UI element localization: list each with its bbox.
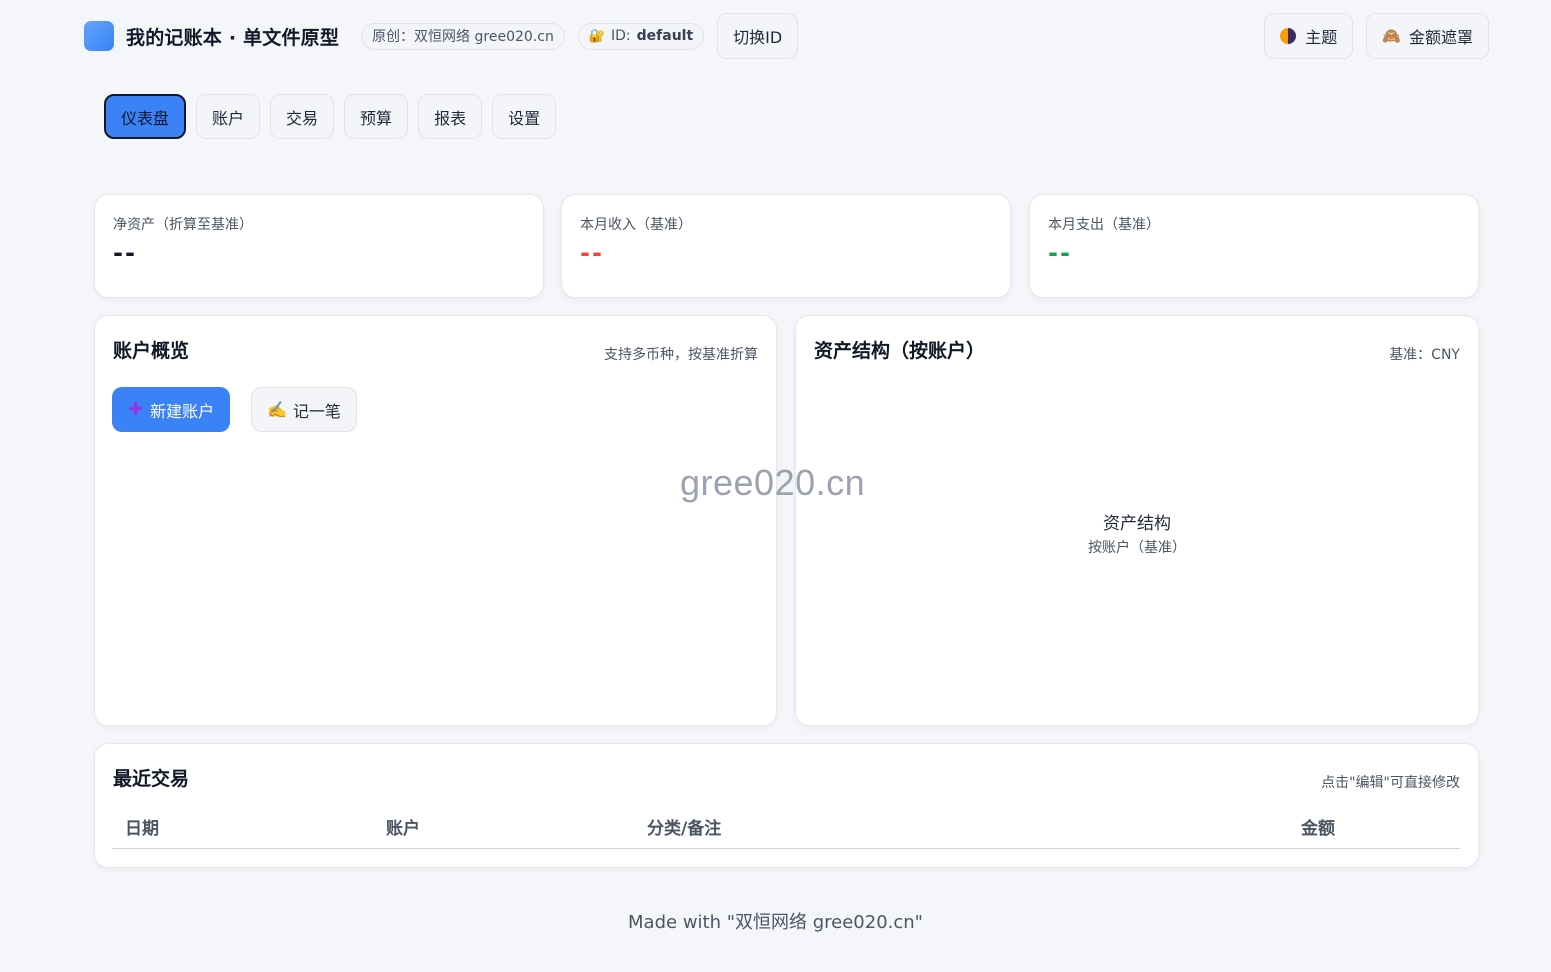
- main-tabs: 仪表盘 账户 交易 预算 报表 设置: [104, 94, 557, 139]
- app-header: 我的记账本 · 单文件原型 原创：双恒网络 gree020.cn 🔐 ID: d…: [84, 13, 1489, 59]
- footer-credit: Made with "双恒网络 gree020.cn": [628, 912, 923, 933]
- net-assets-card: 净资产（折算至基准） --: [94, 194, 544, 298]
- accounts-overview-title: 账户概览: [113, 340, 190, 362]
- tab-transactions[interactable]: 交易: [270, 94, 335, 139]
- recent-transactions-title: 最近交易: [113, 768, 190, 790]
- month-expense-label: 本月支出（基准）: [1048, 217, 1160, 233]
- id-badge: 🔐 ID: default: [577, 22, 705, 50]
- structure-chart-subtitle: 按账户（基准）: [1088, 540, 1186, 556]
- month-income-label: 本月收入（基准）: [580, 217, 692, 233]
- month-expense-card: 本月支出（基准） --: [1029, 194, 1479, 298]
- plus-icon: ✚: [128, 399, 144, 420]
- id-label: ID:: [611, 28, 631, 44]
- amount-mask-button[interactable]: 🙈 金额遮罩: [1366, 13, 1489, 59]
- new-account-label: 新建账户: [150, 401, 215, 421]
- origin-badge: 原创：双恒网络 gree020.cn: [361, 22, 565, 50]
- accounts-overview-panel: 账户概览 支持多币种，按基准折算 ✚ 新建账户 ✍️ 记一笔: [94, 315, 777, 726]
- app-logo: [84, 21, 114, 51]
- app-title: 我的记账本 · 单文件原型: [126, 26, 340, 49]
- record-button[interactable]: ✍️ 记一笔: [251, 387, 357, 432]
- column-date: 日期: [125, 819, 159, 839]
- structure-chart-title: 资产结构: [1103, 514, 1171, 534]
- recent-transactions-panel: 最近交易 点击"编辑"可直接修改 日期 账户 分类/备注 金额: [94, 743, 1479, 868]
- record-label: 记一笔: [292, 401, 341, 421]
- month-income-card: 本月收入（基准） --: [561, 194, 1011, 298]
- column-category-note: 分类/备注: [647, 819, 722, 839]
- column-amount: 金额: [1301, 819, 1335, 839]
- base-currency-hint: 基准：CNY: [1389, 347, 1460, 363]
- watermark: gree020.cn: [680, 462, 866, 503]
- half-moon-icon: [1280, 28, 1297, 44]
- tab-accounts[interactable]: 账户: [196, 94, 261, 139]
- asset-structure-title: 资产结构（按账户）: [814, 340, 986, 362]
- month-income-value: --: [580, 239, 604, 267]
- tab-settings[interactable]: 设置: [492, 94, 557, 139]
- recent-transactions-hint: 点击"编辑"可直接修改: [1321, 775, 1460, 791]
- tab-reports[interactable]: 报表: [418, 94, 483, 139]
- writing-hand-icon: ✍️: [267, 400, 287, 419]
- monkey-icon: 🙈: [1382, 27, 1401, 45]
- theme-label: 主题: [1305, 28, 1338, 47]
- tab-budget[interactable]: 预算: [344, 94, 409, 139]
- net-assets-label: 净资产（折算至基准）: [113, 217, 253, 233]
- new-account-button[interactable]: ✚ 新建账户: [112, 387, 231, 432]
- column-account: 账户: [386, 819, 420, 839]
- asset-structure-panel: 资产结构（按账户） 基准：CNY 资产结构 按账户（基准）: [795, 315, 1479, 726]
- transactions-table-header: 日期 账户 分类/备注 金额: [112, 814, 1460, 849]
- id-value: default: [636, 28, 694, 44]
- lock-icon: 🔐: [588, 28, 606, 44]
- amount-mask-label: 金额遮罩: [1408, 28, 1473, 47]
- month-expense-value: --: [1048, 239, 1072, 267]
- tab-dashboard[interactable]: 仪表盘: [104, 94, 187, 139]
- net-assets-value: --: [113, 239, 137, 267]
- accounts-overview-hint: 支持多币种，按基准折算: [604, 347, 758, 363]
- theme-button[interactable]: 主题: [1264, 13, 1354, 59]
- switch-id-button[interactable]: 切换ID: [717, 13, 799, 59]
